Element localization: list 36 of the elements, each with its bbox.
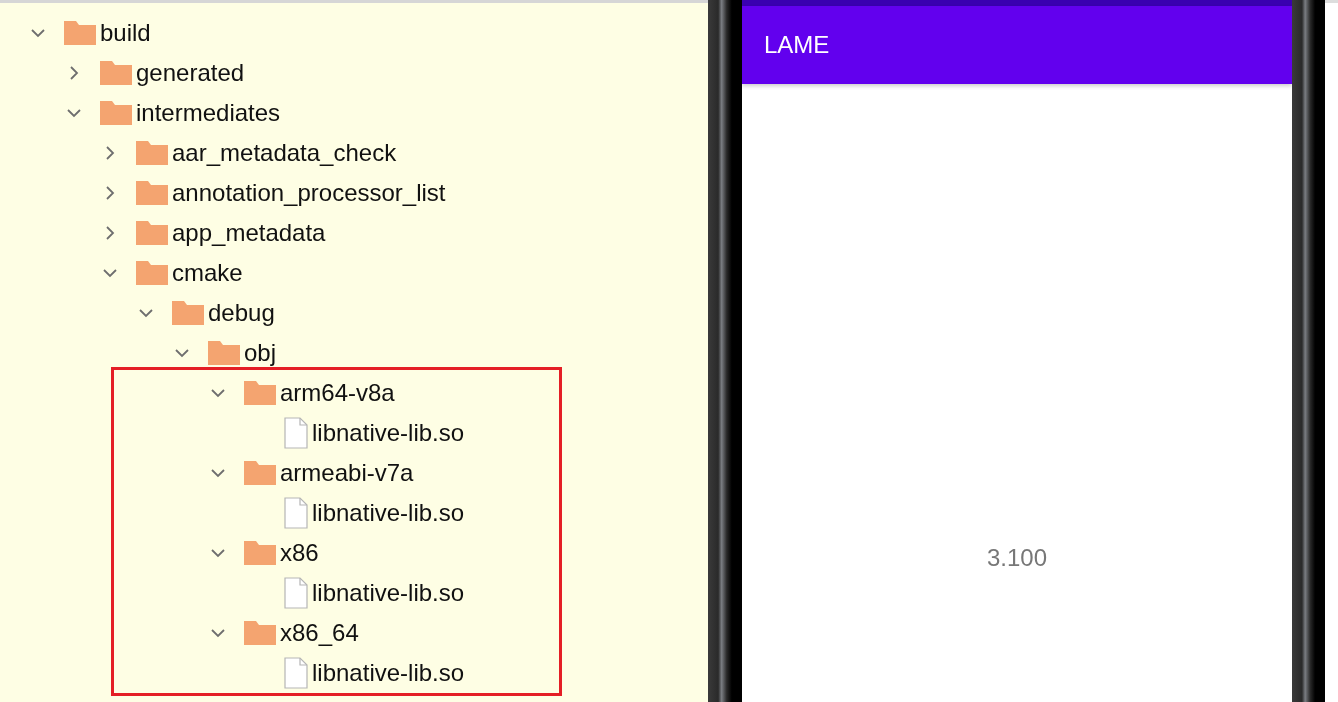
folder-icon [244,461,276,485]
folder-name[interactable]: annotation_processor_list [172,179,446,207]
file-icon [284,497,308,529]
file-icon [284,657,308,689]
folder-name[interactable]: build [100,19,151,47]
folder-icon [244,541,276,565]
folder-icon [244,621,276,645]
folder-icon [136,181,168,205]
folder-icon [244,381,276,405]
folder-name[interactable]: armeabi-v7a [280,459,414,487]
folder-name[interactable]: arm64-v8a [280,379,395,407]
folder-icon [64,21,96,45]
file-name[interactable]: libnative-lib.so [312,579,465,607]
version-text: 3.100 [986,544,1048,573]
file-name[interactable]: libnative-lib.so [312,419,465,447]
folder-name[interactable]: obj [244,339,277,367]
folder-icon [208,341,240,365]
file-icon [284,417,308,449]
folder-name[interactable]: app_metadata [172,219,326,247]
file-name[interactable]: libnative-lib.so [312,499,465,527]
folder-name[interactable]: aar_metadata_check [172,139,397,167]
file-icon [284,577,308,609]
folder-name[interactable]: cmake [172,259,243,287]
folder-icon [100,61,132,85]
folder-icon [136,261,168,285]
folder-icon [136,141,168,165]
folder-name[interactable]: intermediates [136,99,281,127]
folder-icon [136,221,168,245]
folder-icon [172,301,204,325]
folder-name[interactable]: debug [208,299,275,327]
folder-name[interactable]: x86 [280,539,319,567]
app-title: LAME [764,31,830,59]
folder-name[interactable]: x86_64 [280,619,359,647]
folder-icon [100,101,132,125]
file-name[interactable]: libnative-lib.so [312,659,465,687]
folder-name[interactable]: generated [136,59,245,87]
